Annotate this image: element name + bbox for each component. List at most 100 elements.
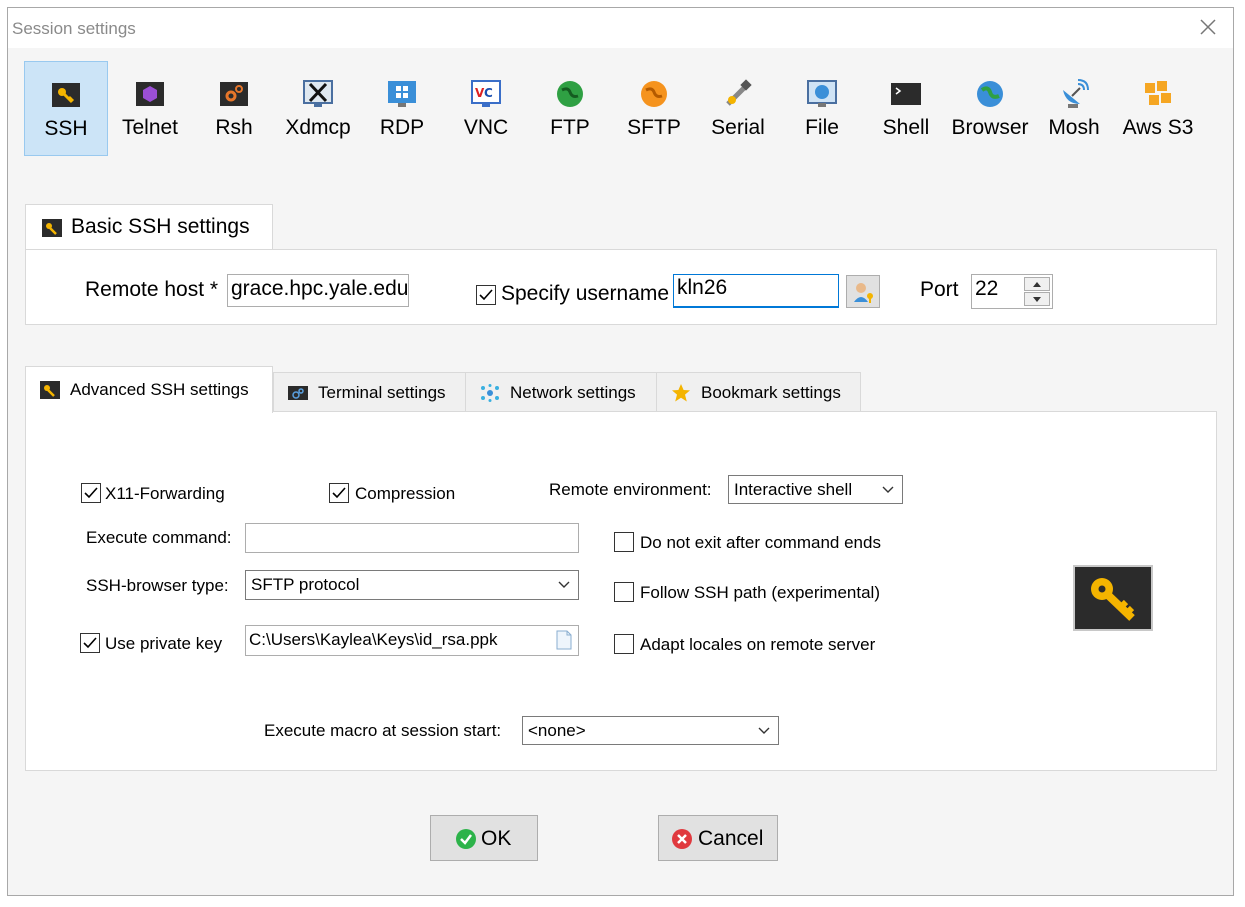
- specify-username-label: Specify username: [501, 282, 670, 305]
- ssh-key-icon: [42, 219, 62, 237]
- chevron-up-icon: [1033, 282, 1041, 287]
- session-type-xdmcp[interactable]: Xdmcp: [276, 61, 360, 156]
- session-type-label: Browser: [951, 116, 1029, 139]
- session-type-label: Shell: [882, 116, 930, 139]
- star-icon: [672, 384, 690, 402]
- adapt-locales-checkbox[interactable]: [614, 634, 634, 654]
- adapt-locales-label: Adapt locales on remote server: [640, 635, 876, 654]
- tab-label: Network settings: [510, 383, 636, 402]
- follow-ssh-path-label: Follow SSH path (experimental): [640, 583, 880, 602]
- session-type-label: File: [805, 116, 839, 139]
- tab-label: Bookmark settings: [701, 383, 841, 402]
- remote-host-input[interactable]: grace.hpc.yale.edu: [227, 274, 409, 307]
- session-type-ftp[interactable]: FTP: [528, 61, 612, 156]
- port-label: Port: [920, 278, 959, 301]
- session-type-ssh[interactable]: SSH: [24, 61, 108, 156]
- private-key-input[interactable]: C:\Users\Kaylea\Keys\id_rsa.ppk: [245, 625, 579, 656]
- ssh-browser-type-value: SFTP protocol: [251, 575, 360, 594]
- session-type-label: RDP: [379, 116, 425, 139]
- aws-s3-icon: [1145, 81, 1171, 105]
- cancel-circle-icon: [672, 829, 692, 849]
- check-circle-icon: [456, 829, 476, 849]
- session-type-aws-s3[interactable]: Aws S3: [1116, 61, 1200, 156]
- ssh-browser-type-select[interactable]: SFTP protocol: [245, 570, 579, 600]
- follow-ssh-path-checkbox[interactable]: [614, 582, 634, 602]
- session-type-toolbar: SSH Telnet Rsh Xdmcp RDP V C VNC FTP SFT…: [24, 61, 1224, 157]
- user-manager-button[interactable]: [846, 275, 880, 308]
- rsh-icon: [220, 82, 248, 106]
- cancel-button[interactable]: Cancel: [658, 815, 778, 861]
- advanced-ssh-settings-panel: X11-Forwarding Compression Remote enviro…: [25, 411, 1217, 771]
- browse-file-icon[interactable]: [556, 630, 572, 650]
- tab-bookmark-settings[interactable]: Bookmark settings: [656, 372, 861, 412]
- file-monitor-icon: [807, 80, 837, 107]
- remote-environment-value: Interactive shell: [734, 480, 853, 499]
- execute-command-input[interactable]: [245, 523, 579, 553]
- session-type-rsh[interactable]: Rsh: [192, 61, 276, 156]
- svg-text:C: C: [484, 86, 493, 100]
- session-type-label: Mosh: [1048, 116, 1100, 139]
- session-type-label: Rsh: [215, 116, 253, 139]
- session-type-browser[interactable]: Browser: [948, 61, 1032, 156]
- session-type-label: Telnet: [121, 116, 179, 139]
- basic-ssh-settings-tab: Basic SSH settings: [25, 204, 273, 250]
- username-input[interactable]: kln26: [673, 274, 839, 308]
- session-type-file[interactable]: File: [780, 61, 864, 156]
- session-type-telnet[interactable]: Telnet: [108, 61, 192, 156]
- specify-username-checkbox[interactable]: [476, 285, 496, 305]
- session-settings-dialog: Session settings SSH Telnet Rsh Xdmcp RD…: [7, 7, 1234, 896]
- chevron-down-icon: [882, 486, 894, 493]
- serial-plug-icon: [726, 79, 752, 106]
- session-type-sftp[interactable]: SFTP: [612, 61, 696, 156]
- session-type-rdp[interactable]: RDP: [360, 61, 444, 156]
- compression-label: Compression: [355, 484, 456, 503]
- tab-network-settings[interactable]: Network settings: [465, 372, 657, 412]
- remote-host-label: Remote host *: [85, 278, 219, 301]
- terminal-settings-icon: [288, 386, 308, 400]
- ssh-key-image: [1073, 565, 1153, 631]
- rdp-icon: [388, 81, 416, 107]
- settings-tab-bar: Advanced SSH settings Terminal settings …: [25, 366, 925, 413]
- ftp-globe-icon: [557, 81, 583, 107]
- session-type-label: FTP: [550, 116, 590, 139]
- tab-label: Terminal settings: [318, 383, 446, 402]
- title-bar: Session settings: [8, 8, 1233, 48]
- key-icon: [1091, 578, 1135, 621]
- x11-forwarding-checkbox[interactable]: [81, 483, 101, 503]
- session-type-vnc[interactable]: V C VNC: [444, 61, 528, 156]
- session-type-shell[interactable]: Shell: [864, 61, 948, 156]
- x11-forwarding-label: X11-Forwarding: [105, 484, 225, 503]
- do-not-exit-checkbox[interactable]: [614, 532, 634, 552]
- mosh-satellite-icon: [1063, 79, 1089, 108]
- execute-macro-select[interactable]: <none>: [522, 716, 779, 745]
- tab-advanced-ssh-settings[interactable]: Advanced SSH settings: [25, 366, 273, 413]
- tab-label: Advanced SSH settings: [70, 380, 249, 399]
- execute-macro-label: Execute macro at session start:: [264, 721, 502, 740]
- execute-macro-value: <none>: [528, 721, 586, 740]
- session-type-label: SFTP: [627, 116, 681, 139]
- ok-button[interactable]: OK: [430, 815, 538, 861]
- use-private-key-checkbox[interactable]: [80, 633, 100, 653]
- ssh-key-icon: [40, 381, 60, 399]
- port-increment-button[interactable]: [1024, 277, 1050, 291]
- network-icon: [481, 384, 499, 402]
- vnc-icon: V C: [471, 80, 501, 107]
- chevron-down-icon: [758, 727, 770, 734]
- compression-checkbox[interactable]: [329, 483, 349, 503]
- use-private-key-label: Use private key: [105, 634, 223, 653]
- do-not-exit-label: Do not exit after command ends: [640, 533, 881, 552]
- session-type-label: Aws S3: [1122, 116, 1194, 139]
- port-decrement-button[interactable]: [1024, 292, 1050, 306]
- user-key-icon: [854, 283, 873, 303]
- close-icon[interactable]: [1197, 16, 1219, 38]
- shell-terminal-icon: [891, 83, 921, 105]
- remote-environment-select[interactable]: Interactive shell: [728, 475, 903, 504]
- session-type-label: Xdmcp: [285, 116, 351, 139]
- sftp-globe-icon: [641, 81, 667, 107]
- execute-command-label: Execute command:: [86, 528, 232, 547]
- window-title: Session settings: [12, 19, 136, 38]
- session-type-serial[interactable]: Serial: [696, 61, 780, 156]
- tab-terminal-settings[interactable]: Terminal settings: [273, 372, 466, 412]
- session-type-mosh[interactable]: Mosh: [1032, 61, 1116, 156]
- session-type-label: VNC: [463, 116, 509, 139]
